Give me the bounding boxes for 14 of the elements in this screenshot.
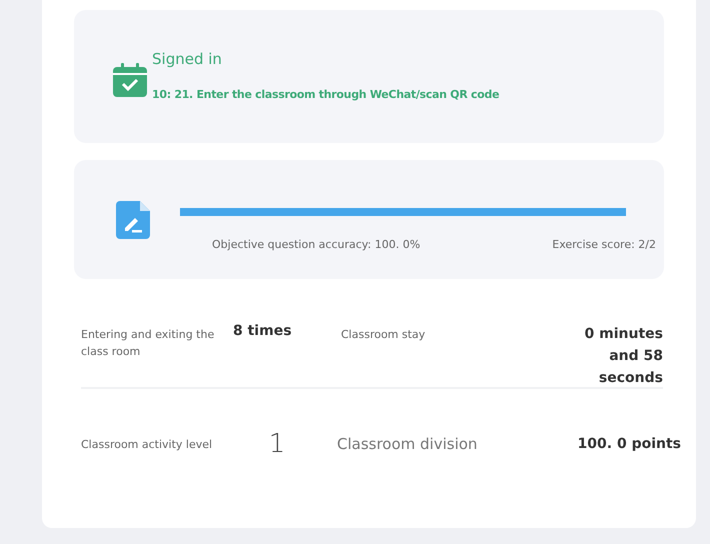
sign-in-status: Signed in <box>152 50 223 68</box>
stat-label: Classroom stay <box>341 327 426 343</box>
stat-value: 1 <box>268 429 286 459</box>
stat-value: 0 minutes and 58 seconds <box>584 325 663 388</box>
stat-label: Classroom activity level <box>81 436 214 452</box>
document-edit-icon <box>116 200 150 238</box>
stat-label: Classroom division <box>337 436 478 452</box>
stat-label: Entering and exiting the class room <box>81 327 216 360</box>
exercise-score: Exercise score: 2/2 <box>552 238 656 250</box>
stat-value: 100. 0 points <box>576 435 681 454</box>
calendar-check-icon <box>112 62 148 98</box>
stat-value: 8 times <box>233 323 293 339</box>
accuracy-text: Objective question accuracy: 100. 0% <box>212 238 420 250</box>
sign-in-detail: 10: 21. Enter the classroom through WeChat/scan QR code <box>152 88 500 101</box>
